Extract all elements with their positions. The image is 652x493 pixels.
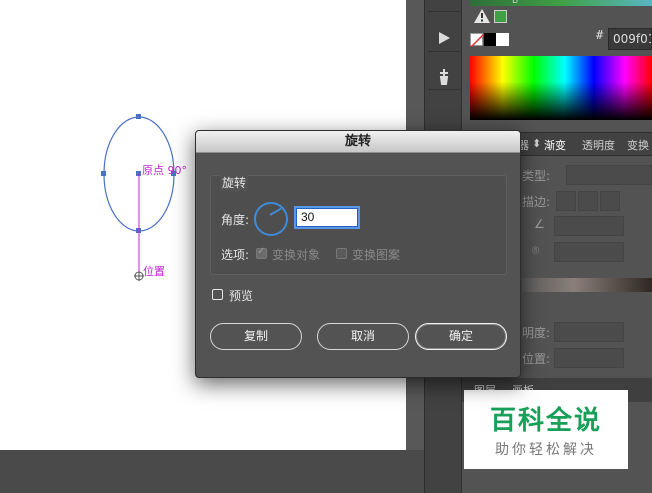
stroke-along-button[interactable] bbox=[578, 191, 598, 211]
transform-patterns-checkbox[interactable] bbox=[336, 248, 347, 259]
channel-label: B bbox=[512, 0, 519, 6]
aspect-ratio-icon: ⌾ bbox=[532, 243, 540, 257]
channel-slider-b[interactable] bbox=[470, 0, 652, 6]
web-safe-color-swatch[interactable] bbox=[494, 10, 507, 23]
angle-input[interactable]: 30 bbox=[296, 208, 358, 227]
tab-gradient[interactable]: 渐变 bbox=[544, 137, 566, 153]
gradient-stroke-label: 描边: bbox=[522, 195, 551, 209]
options-label: 选项: bbox=[221, 248, 250, 262]
hex-prefix: # bbox=[596, 28, 604, 42]
gradient-type-label: 类型: bbox=[522, 169, 551, 183]
puppet-warp-icon[interactable] bbox=[428, 62, 460, 90]
dialog-title[interactable]: 旋转 bbox=[196, 131, 520, 153]
gradient-opacity-label: 明度: bbox=[522, 326, 551, 340]
smart-guide-origin-label: 原点 90° bbox=[142, 164, 187, 177]
preview-label: 预览 bbox=[229, 289, 254, 303]
gradient-aspect-select[interactable] bbox=[554, 242, 624, 262]
ok-button[interactable]: 确定 bbox=[415, 323, 507, 350]
angle-label: 角度: bbox=[221, 213, 250, 227]
rotate-group-title: 旋转 bbox=[220, 174, 249, 191]
color-spectrum[interactable] bbox=[470, 56, 652, 120]
transform-patterns-label: 变换图案 bbox=[352, 248, 401, 262]
anchor-top bbox=[136, 114, 141, 119]
watermark-main: 百科全说 bbox=[489, 406, 602, 436]
warning-icon[interactable] bbox=[474, 9, 490, 26]
rotate-dialog: 旋转 旋转 角度: 30 选项: 变换对象 变换图案 预览 复制 取消 确定 bbox=[195, 130, 521, 378]
angle-dial-icon[interactable] bbox=[254, 202, 288, 236]
angle-icon: ∠ bbox=[534, 217, 545, 231]
transform-objects-checkbox[interactable] bbox=[256, 246, 267, 259]
stroke-within-button[interactable] bbox=[556, 191, 576, 211]
anchor-left bbox=[101, 171, 106, 176]
angle-dial-needle bbox=[269, 207, 282, 216]
cancel-button[interactable]: 取消 bbox=[317, 323, 409, 350]
gradient-location-select[interactable] bbox=[554, 348, 624, 368]
tab-arrows-icon[interactable]: ⬍ bbox=[532, 137, 541, 150]
copy-button[interactable]: 复制 bbox=[210, 323, 302, 350]
pasteboard bbox=[0, 450, 424, 493]
none-swatch[interactable] bbox=[470, 33, 485, 48]
preview-checkbox[interactable] bbox=[212, 289, 223, 300]
smart-guide-position-label: 位置 bbox=[143, 265, 165, 278]
tab-transparency[interactable]: 透明度 bbox=[582, 137, 615, 153]
stroke-across-button[interactable] bbox=[600, 191, 620, 211]
tool-top-partial[interactable] bbox=[428, 0, 460, 12]
tab-transform[interactable]: 变换 bbox=[627, 137, 649, 153]
hex-input[interactable]: 009f01 bbox=[608, 28, 652, 50]
transform-objects-label: 变换对象 bbox=[272, 248, 321, 262]
white-swatch[interactable] bbox=[496, 33, 509, 46]
gradient-type-select[interactable] bbox=[566, 165, 652, 185]
watermark-logo: 百科全说 助你轻松解决 bbox=[464, 390, 628, 469]
gradient-location-label: 位置: bbox=[522, 352, 551, 366]
gradient-opacity-select[interactable] bbox=[554, 322, 624, 342]
gradient-angle-select[interactable] bbox=[554, 216, 624, 236]
gradient-slider[interactable] bbox=[522, 278, 652, 292]
watermark-sub: 助你轻松解决 bbox=[495, 442, 597, 458]
play-icon[interactable] bbox=[428, 24, 460, 52]
